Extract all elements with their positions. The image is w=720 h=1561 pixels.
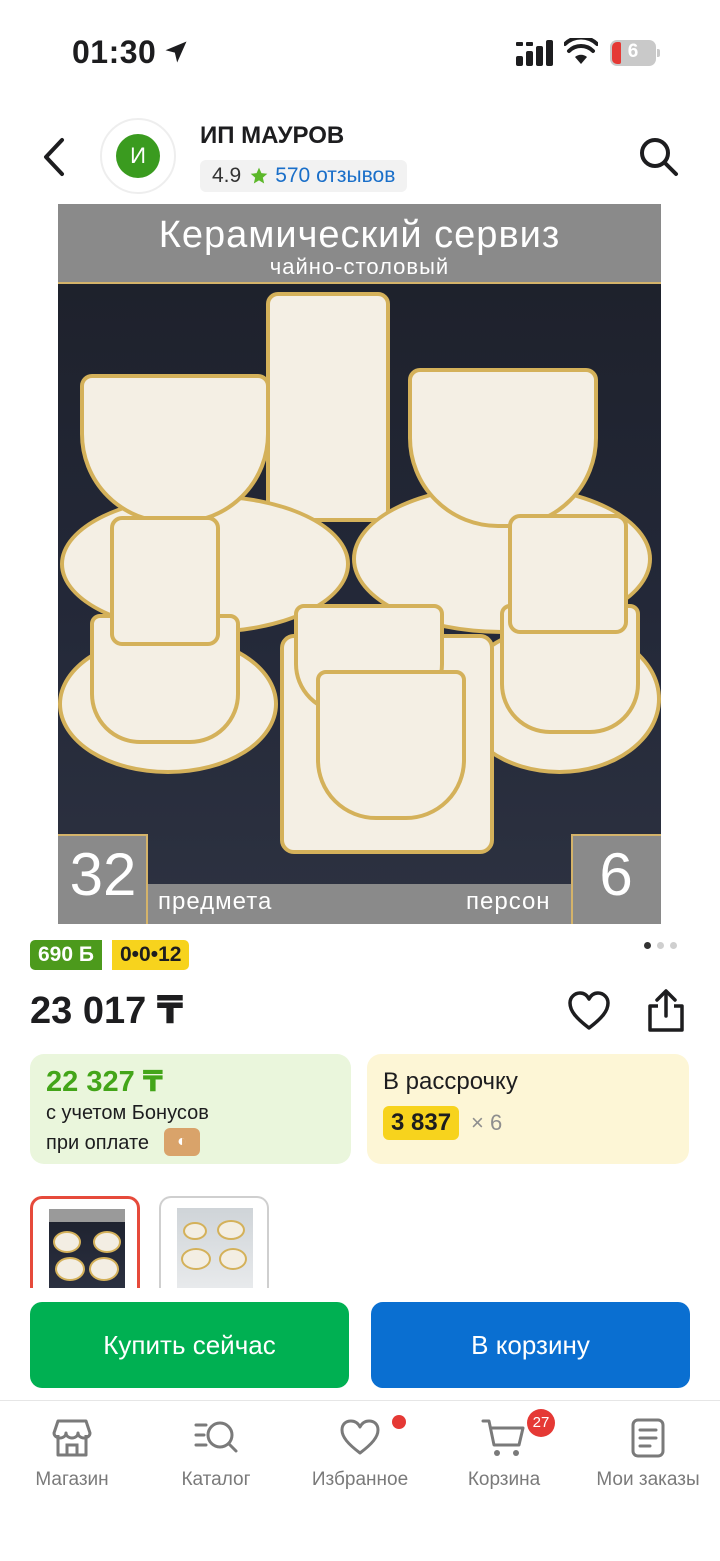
tab-catalog[interactable]: Каталог xyxy=(144,1417,288,1497)
installment-multiplier: × 6 xyxy=(471,1110,503,1135)
product-image[interactable]: Керамический сервиз чайно-столовый 32 пр… xyxy=(58,204,661,924)
image-items-label: предмета xyxy=(158,888,273,915)
pagination-dot xyxy=(657,942,664,949)
wifi-icon xyxy=(564,38,598,64)
pagination-dot-active xyxy=(644,942,651,949)
cup-center-front xyxy=(316,670,466,820)
tab-cart[interactable]: 27 Корзина xyxy=(432,1409,576,1497)
image-persons-count: 6 xyxy=(599,841,633,908)
cup-upturned-left xyxy=(110,516,220,646)
bonus-price-card[interactable]: 22 327 ₸ с учетом Бонусов при оплате ◐ xyxy=(30,1054,351,1164)
favorites-notification-dot xyxy=(392,1415,406,1429)
catalog-search-icon xyxy=(194,1421,238,1453)
status-bar: 01:30 6 xyxy=(0,0,720,100)
product-price: 23 017 ₸ xyxy=(30,990,184,1032)
tab-label: Мои заказы xyxy=(596,1469,700,1490)
shop-rating[interactable]: 4.9 570 отзывов xyxy=(200,160,408,192)
cup-upturned-right xyxy=(508,514,628,634)
thumbnail-1[interactable] xyxy=(30,1196,140,1288)
gallery-pagination xyxy=(644,942,677,949)
buy-now-button[interactable]: Купить сейчас xyxy=(30,1302,349,1388)
image-title: Керамический сервиз xyxy=(158,214,561,256)
battery-level: 6 xyxy=(627,41,639,62)
installment-label: В рассрочку xyxy=(383,1068,518,1095)
cellular-signal-icon xyxy=(516,40,553,66)
add-to-cart-button[interactable]: В корзину xyxy=(371,1302,690,1388)
bonus-badge: 690 Б xyxy=(30,940,102,970)
location-arrow-icon xyxy=(165,41,187,63)
image-items-count: 32 xyxy=(69,841,137,908)
battery-indicator: 6 xyxy=(610,40,660,66)
favorite-heart-icon[interactable] xyxy=(566,990,612,1032)
heart-icon xyxy=(340,1419,380,1455)
reviews-link[interactable]: 570 отзывов xyxy=(275,164,395,188)
installment-amount: 3 837 xyxy=(383,1106,460,1140)
bonus-price: 22 327 ₸ xyxy=(46,1066,163,1098)
rating-value: 4.9 xyxy=(212,164,242,187)
image-persons-label: персон xyxy=(466,888,551,915)
tab-label: Корзина xyxy=(467,1469,541,1490)
tab-favorites[interactable]: Избранное xyxy=(288,1415,432,1497)
shop-initial: И xyxy=(116,134,160,178)
star-icon xyxy=(250,167,268,184)
bonus-note-line1: с учетом Бонусов xyxy=(46,1102,209,1124)
payment-method-icon: ◐ xyxy=(164,1128,200,1156)
cart-icon xyxy=(481,1419,525,1456)
search-icon[interactable] xyxy=(636,134,680,178)
orders-icon xyxy=(631,1418,665,1458)
bottom-tab-bar: Магазин Каталог Избранное 27 Корзина Мои… xyxy=(0,1400,720,1561)
pagination-dot xyxy=(670,942,677,949)
tab-label: Избранное xyxy=(311,1469,409,1490)
share-icon[interactable] xyxy=(644,988,688,1034)
store-icon xyxy=(52,1419,92,1457)
tab-label: Каталог xyxy=(181,1469,251,1490)
installment-card[interactable]: В рассрочку 3 837 × 6 xyxy=(367,1054,689,1164)
cart-count-badge: 27 xyxy=(527,1409,555,1437)
status-time: 01:30 xyxy=(72,34,157,70)
shop-name[interactable]: ИП МАУРОВ xyxy=(200,122,344,150)
tab-store[interactable]: Магазин xyxy=(0,1417,144,1497)
thumbnail-2[interactable] xyxy=(159,1196,269,1288)
shop-avatar[interactable]: И xyxy=(100,118,176,194)
tab-label: Магазин xyxy=(35,1469,109,1490)
shop-header: И ИП МАУРОВ 4.9 570 отзывов xyxy=(0,110,720,206)
platter xyxy=(266,292,390,522)
image-subtitle: чайно-столовый xyxy=(269,254,450,279)
back-chevron-icon[interactable] xyxy=(34,132,78,182)
tab-orders[interactable]: Мои заказы xyxy=(576,1417,720,1497)
bonus-note-line2: при оплате xyxy=(46,1132,150,1154)
installment-badge: 0•0•12 xyxy=(112,940,190,970)
